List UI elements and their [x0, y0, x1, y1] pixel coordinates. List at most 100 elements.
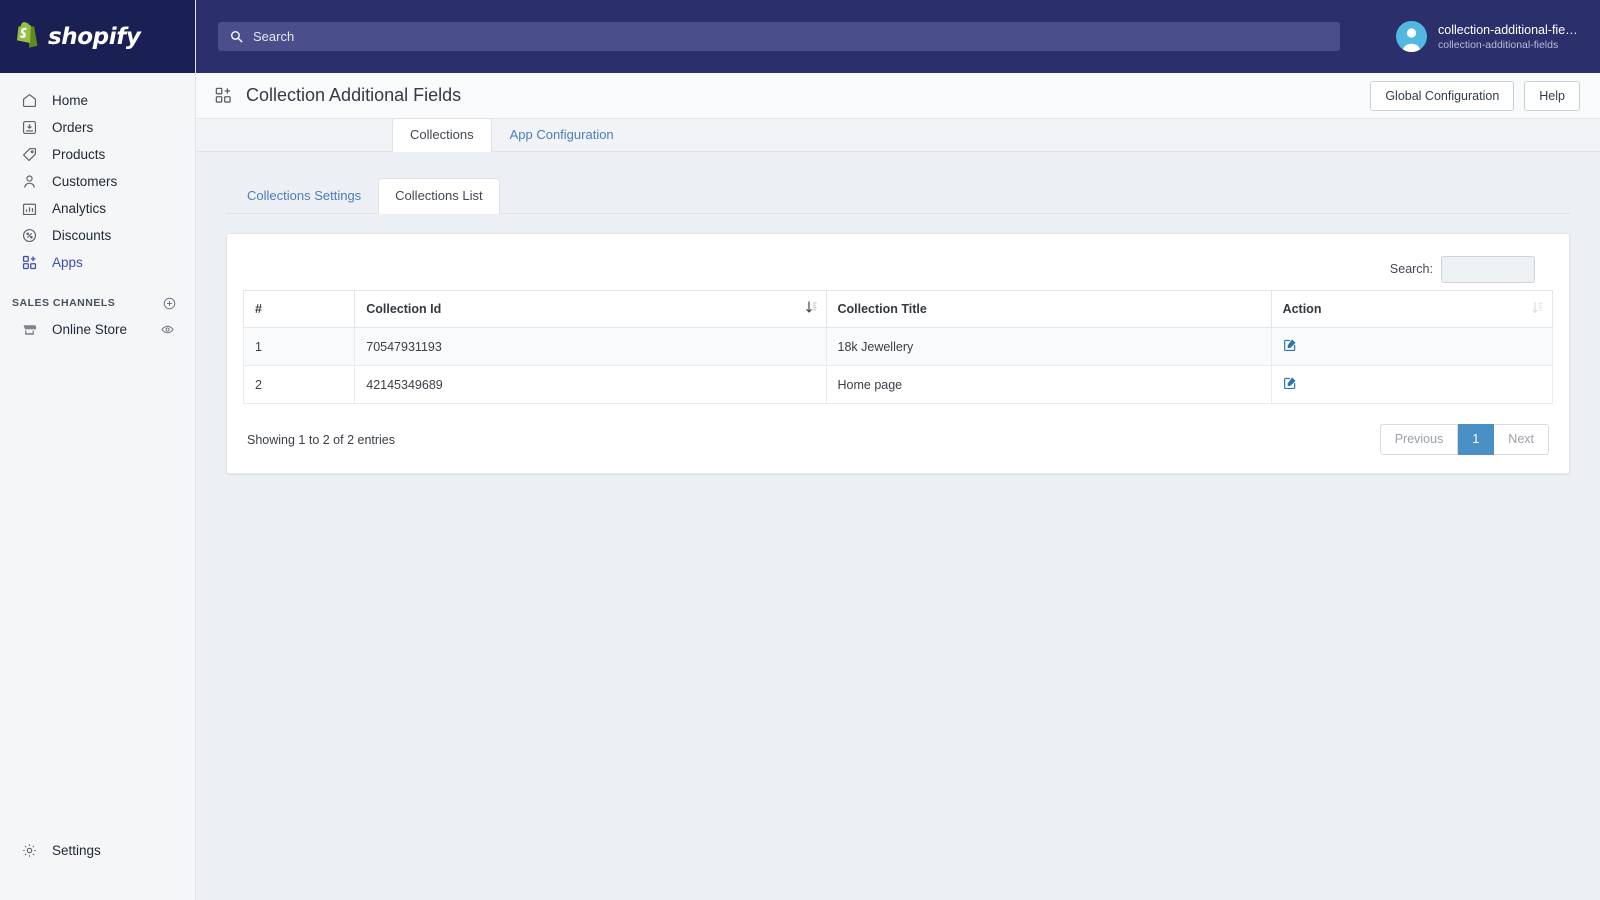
- app-root: shopify Home Orders Products Customers A…: [0, 0, 1600, 900]
- tag-icon: [20, 145, 39, 164]
- cell-action: [1270, 327, 1554, 366]
- orders-icon: [20, 118, 39, 137]
- user-info: collection-additional-fiel… collection-a…: [1438, 23, 1578, 51]
- bar-chart-icon: [20, 199, 39, 218]
- cell-collection-title: Home page: [825, 365, 1272, 404]
- storefront-icon: [20, 320, 39, 339]
- column-header-collection-title[interactable]: Collection Title: [825, 290, 1272, 328]
- cell-index: 1: [242, 327, 356, 366]
- user-menu[interactable]: collection-additional-fiel… collection-a…: [1396, 21, 1584, 52]
- global-search[interactable]: Search: [218, 22, 1340, 51]
- edit-square-icon[interactable]: [1283, 376, 1297, 393]
- tab-collections-list[interactable]: Collections List: [378, 178, 500, 214]
- sidebar-item-apps[interactable]: Apps: [6, 249, 189, 276]
- pagination-page-1[interactable]: 1: [1458, 424, 1495, 455]
- cell-index: 2: [242, 365, 356, 404]
- table-row[interactable]: 1 70547931193 18k Jewellery: [242, 327, 1554, 366]
- shopify-logo[interactable]: shopify: [14, 21, 141, 52]
- collections-list-card: Search: # Collection Id Collection Title…: [226, 233, 1570, 474]
- pagination: Previous 1 Next: [1379, 424, 1549, 455]
- tab-label: Collections List: [395, 188, 483, 203]
- tab-label: Collections: [410, 127, 474, 142]
- datatable-search-input[interactable]: [1441, 255, 1535, 283]
- tab-label: App Configuration: [509, 127, 614, 142]
- topbar: Search collection-additional-fiel… colle…: [196, 0, 1600, 73]
- secondary-tabs: Collections Settings Collections List: [226, 178, 1570, 214]
- table-body: 1 70547931193 18k Jewellery 2 4214534968…: [242, 327, 1554, 404]
- cell-action: [1270, 365, 1554, 404]
- tab-label: Collections Settings: [247, 188, 362, 203]
- sidebar-item-label: Online Store: [52, 322, 128, 337]
- content-area: Collections Settings Collections List Se…: [196, 152, 1600, 900]
- sidebar-item-customers[interactable]: Customers: [6, 168, 189, 195]
- brand-wordmark: shopify: [48, 23, 141, 50]
- sidebar-item-label: Home: [52, 93, 89, 108]
- sidebar-item-label: Apps: [52, 255, 83, 270]
- sidebar-item-label: Products: [52, 147, 106, 162]
- sidebar-item-settings[interactable]: Settings: [6, 837, 189, 864]
- pagination-previous[interactable]: Previous: [1379, 424, 1459, 455]
- shopify-bag-icon: [14, 21, 41, 52]
- datatable-footer: Showing 1 to 2 of 2 entries Previous 1 N…: [243, 404, 1553, 455]
- global-configuration-button[interactable]: Global Configuration: [1370, 80, 1515, 111]
- cell-collection-title: 18k Jewellery: [825, 327, 1272, 366]
- sidebar-nav: Home Orders Products Customers Analytics…: [0, 73, 195, 276]
- sidebar: shopify Home Orders Products Customers A…: [0, 0, 196, 900]
- table-header-row: # Collection Id Collection Title Action: [242, 290, 1554, 328]
- sidebar-item-label: Customers: [52, 174, 118, 189]
- avatar: [1396, 21, 1427, 52]
- cell-collection-id: 42145349689: [354, 365, 827, 404]
- user-subtitle: collection-additional-fields: [1438, 38, 1559, 51]
- home-icon: [20, 91, 39, 110]
- sidebar-item-label: Analytics: [52, 201, 107, 216]
- person-icon: [20, 172, 39, 191]
- pagination-next[interactable]: Next: [1494, 424, 1549, 455]
- discount-icon: [20, 226, 39, 245]
- tab-collections[interactable]: Collections: [392, 118, 492, 152]
- sidebar-item-home[interactable]: Home: [6, 87, 189, 114]
- brand-header[interactable]: shopify: [0, 0, 195, 73]
- sidebar-item-orders[interactable]: Orders: [6, 114, 189, 141]
- tab-collections-settings[interactable]: Collections Settings: [230, 178, 378, 213]
- plus-circle-icon[interactable]: [162, 296, 177, 311]
- sidebar-item-products[interactable]: Products: [6, 141, 189, 168]
- sidebar-item-label: Discounts: [52, 228, 112, 243]
- table-row[interactable]: 2 42145349689 Home page: [242, 365, 1554, 404]
- sales-channels-header: SALES CHANNELS: [0, 290, 195, 316]
- column-header-index[interactable]: #: [242, 290, 356, 328]
- search-icon: [229, 29, 244, 44]
- collections-table: # Collection Id Collection Title Action …: [242, 290, 1554, 404]
- page-title: Collection Additional Fields: [246, 85, 462, 105]
- column-header-collection-id[interactable]: Collection Id: [354, 290, 827, 328]
- column-label: Collection Title: [837, 302, 927, 316]
- cell-collection-id: 70547931193: [354, 327, 827, 366]
- sidebar-item-label: Orders: [52, 120, 94, 135]
- global-search-placeholder: Search: [253, 29, 295, 44]
- sort-asc-icon[interactable]: [805, 301, 817, 317]
- primary-tabs: Collections App Configuration: [196, 118, 1600, 152]
- apps-icon: [214, 86, 233, 105]
- table-head: # Collection Id Collection Title Action: [242, 290, 1554, 328]
- sidebar-item-analytics[interactable]: Analytics: [6, 195, 189, 222]
- column-label: Collection Id: [366, 302, 442, 316]
- sales-channels-title: SALES CHANNELS: [12, 297, 116, 309]
- sidebar-item-label: Settings: [52, 843, 101, 858]
- column-label: Action: [1282, 302, 1322, 316]
- user-name: collection-additional-fiel…: [1438, 22, 1578, 37]
- apps-icon: [20, 253, 39, 272]
- datatable-info: Showing 1 to 2 of 2 entries: [247, 432, 396, 447]
- edit-square-icon[interactable]: [1283, 338, 1297, 355]
- sidebar-item-discounts[interactable]: Discounts: [6, 222, 189, 249]
- sidebar-footer: Settings: [0, 837, 195, 900]
- main-area: Search collection-additional-fiel… colle…: [196, 0, 1600, 900]
- column-header-action[interactable]: Action: [1270, 290, 1554, 328]
- datatable-toolbar: Search:: [243, 248, 1553, 290]
- sidebar-item-online-store[interactable]: Online Store: [6, 316, 189, 343]
- column-label: #: [255, 302, 262, 316]
- gear-icon: [20, 841, 39, 860]
- page-header: Collection Additional Fields Global Conf…: [196, 73, 1600, 119]
- sort-icon[interactable]: [1532, 301, 1543, 317]
- tab-app-configuration[interactable]: App Configuration: [492, 118, 632, 151]
- eye-icon[interactable]: [160, 322, 175, 337]
- help-button[interactable]: Help: [1524, 80, 1580, 111]
